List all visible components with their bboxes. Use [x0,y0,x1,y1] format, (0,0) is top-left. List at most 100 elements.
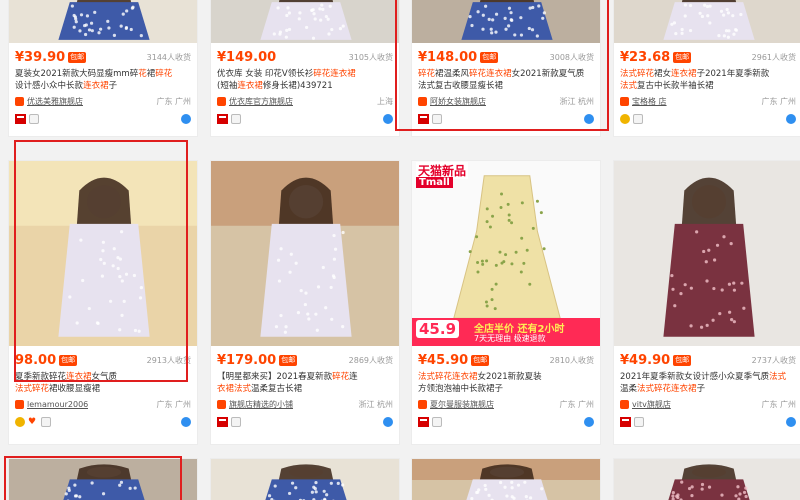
wangwang-chat-icon[interactable] [29,114,39,124]
product-image[interactable] [211,459,400,500]
heart-icon[interactable]: ♥ [28,417,38,427]
product-image[interactable] [614,0,800,43]
title-text: 修身长裙)439721 [263,81,333,91]
shop-name-link[interactable]: 优衣库官方旗舰店 [229,96,293,107]
shop-name-link[interactable]: lemamour2006 [27,400,88,409]
product-card[interactable] [613,458,800,500]
price: ¥149.00 [217,50,276,65]
product-grid: ¥39.90 包邮 3144人收货 夏装女2021新款大码显瘦mm碎花裙碎花 设计感小众… [0,0,800,500]
title-text: 2021年夏季新款女设计感小众夏季气质 [620,372,769,382]
wangwang-chat-icon[interactable] [634,417,644,427]
tmall-icon[interactable] [620,417,631,427]
promo-price: 45.9 [416,320,459,338]
title-text: 中长 [654,81,671,91]
location: 浙江 杭州 [358,399,393,410]
title-text: 温柔 [251,384,268,394]
product-card[interactable] [411,458,601,500]
sales-count: 3105人收货 [349,52,393,63]
free-shipping-badge: 包邮 [673,355,691,366]
title-text: 温柔 [620,384,637,394]
free-shipping-badge: 包邮 [279,355,297,366]
tmall-icon[interactable] [217,417,228,427]
product-image[interactable] [211,0,400,43]
title-text: 连 [349,372,358,382]
title-text: 裙 [147,69,156,79]
product-title-link[interactable]: 夏装女2021新款大码显瘦mm碎花裙碎花 设计感小众中长款连衣裙子 [15,68,191,92]
shop-row: 宝格格 店广东 广州 [620,95,796,107]
product-card[interactable]: ¥49.90 包邮 2737人收货 2021年夏季新款女设计感小众夏季气质法式 温柔法式… [613,160,800,445]
title-text: 女2021新款夏装 [478,372,542,382]
shop-name-link[interactable]: vitv旗舰店 [632,399,671,410]
price: ¥45.90 [418,353,468,368]
info-icon[interactable] [181,417,191,427]
tmall-icon[interactable] [418,417,429,427]
title-text: 子 [109,81,118,91]
price-row: ¥179.00 包邮 2869人收货 [217,352,393,368]
product-card[interactable] [210,458,400,500]
free-shipping-badge: 包邮 [471,355,489,366]
wangwang-chat-icon[interactable] [432,417,442,427]
sales-count: 2810人收货 [550,355,594,366]
product-card[interactable]: ¥149.00 3105人收货优衣库 女装 印花V领长衫碎花连衣裙 (短袖连衣裙修身… [210,0,400,137]
shop-name-link[interactable]: 优选美雅旗舰店 [27,96,83,107]
product-image[interactable] [9,0,198,43]
tmall-icon[interactable] [15,114,26,124]
gold-seller-icon[interactable] [15,417,25,427]
keyword-highlight: 连衣裙 [83,81,109,91]
product-card[interactable]: ¥39.90 包邮 3144人收货 夏装女2021新款大码显瘦mm碎花裙碎花 设计感小众… [8,0,198,137]
title-text: 夏装女2021新款大码显瘦mm碎 [15,69,138,79]
highlight-box [14,140,188,382]
price-row: ¥23.68 包邮 2961人收货 [620,49,796,65]
title-text: 泡泡袖 [435,384,461,394]
product-title-link[interactable]: 2021年夏季新款女设计感小众夏季气质法式 温柔法式碎花连衣裙子 [620,371,796,395]
wangwang-chat-icon[interactable] [231,114,241,124]
keyword-highlight: 碎花 [435,372,452,382]
shop-name-link[interactable]: 宝格格 店 [632,96,667,107]
product-title-link[interactable]: 【明星都来买】2021春夏新款碎花连 衣裙法式温柔复古长裙 [217,371,393,395]
title-text: 长裙 [697,81,714,91]
info-icon[interactable] [383,417,393,427]
highlight-box [4,456,182,500]
product-image[interactable] [614,459,800,500]
product-image[interactable] [211,161,400,346]
product-title-link[interactable]: 优衣库 女装 印花V领长衫碎花连衣裙 (短袖连衣裙修身长裙)439721 [217,68,393,92]
badge-icons-row [15,113,191,125]
keyword-highlight: 法式 [620,81,637,91]
tmall-icon[interactable] [217,114,228,124]
keyword-highlight: 法式 [637,384,654,394]
info-icon[interactable] [786,114,796,124]
keyword-highlight: 碎花 [637,69,654,79]
wangwang-chat-icon[interactable] [41,417,51,427]
shop-icon [15,400,24,409]
info-icon[interactable] [584,417,594,427]
keyword-highlight: 法式 [769,372,786,382]
product-card[interactable]: ¥179.00 包邮 2869人收货 【明星都来买】2021春夏新款碎花连 衣裙法式温柔… [210,160,400,445]
shop-name-link[interactable]: 旗舰店精选的小铺 [229,399,293,410]
title-text: 【明星都来买】2021春夏新款 [217,372,332,382]
free-shipping-badge: 包邮 [673,52,691,63]
info-icon[interactable] [786,417,796,427]
product-title-link[interactable]: 法式碎花裙女连衣裙子2021年夏季新款 法式复古中长款半袖长裙 [620,68,796,92]
badge-icons-row [217,113,393,125]
keyword-highlight: 衣裙 [217,384,234,394]
wangwang-chat-icon[interactable] [231,417,241,427]
product-card[interactable]: ¥23.68 包邮 2961人收货法式碎花裙女连衣裙子2021年夏季新款 法式复古中长… [613,0,800,137]
sales-count: 2869人收货 [349,355,393,366]
product-card[interactable]: 天猫新品 Tmall 45.9 全店半价 还有2小时 7天无理由 极速退款 ¥45.90 包… [411,160,601,445]
keyword-highlight: 碎花 [654,384,671,394]
location: 上海 [377,96,393,107]
price-row: ¥39.90 包邮 3144人收货 [15,49,191,65]
keyword-highlight: 法式 [418,372,435,382]
product-image[interactable]: 天猫新品 Tmall 45.9 全店半价 还有2小时 7天无理由 极速退款 [412,161,601,346]
product-image[interactable] [614,161,800,346]
title-text: 裙 [49,384,58,394]
shop-name-link[interactable]: 夏尔曼服装旗舰店 [430,399,494,410]
title-text: 感 [32,81,41,91]
product-title-link[interactable]: 法式碎花连衣裙女2021新款夏装 方领泡泡袖中长款裙子 [418,371,594,395]
shop-row: lemamour2006 广东 广州 [15,398,191,410]
product-image[interactable] [412,459,601,500]
info-icon[interactable] [181,114,191,124]
wangwang-chat-icon[interactable] [633,114,643,124]
info-icon[interactable] [383,114,393,124]
gold-seller-icon[interactable] [620,114,630,124]
